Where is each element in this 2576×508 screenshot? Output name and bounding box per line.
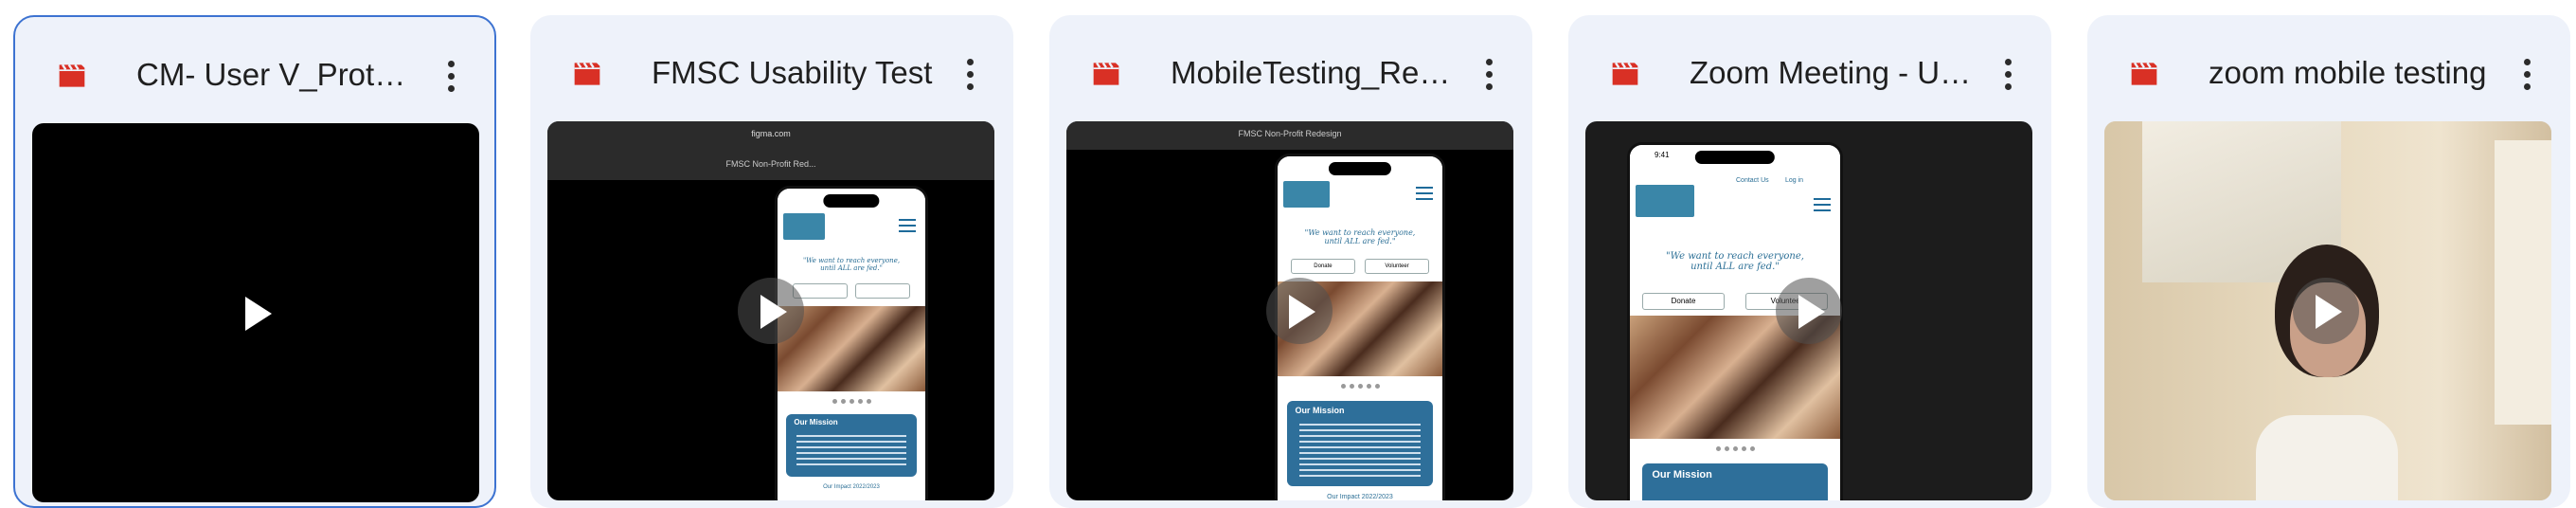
video-thumbnail[interactable]: [2104, 121, 2551, 500]
more-vert-icon[interactable]: [1470, 49, 1508, 99]
file-title[interactable]: Zoom Meeting - Usability: [1690, 49, 1974, 97]
site-quote-line2: until ALL are fed.": [1690, 262, 1780, 272]
browser-bar: figma.com FMSC Non-Profit Red...: [547, 121, 994, 180]
video-file-icon: [1612, 62, 1638, 85]
file-card-2[interactable]: FMSC Usability Test figma.com FMSC Non-P…: [530, 15, 1013, 508]
site-quote-line1: "We want to reach everyone,: [1304, 228, 1416, 237]
more-vert-icon[interactable]: [432, 51, 470, 100]
video-file-icon: [1093, 62, 1119, 85]
nav-contact: Contact Us: [1736, 177, 1769, 184]
video-thumbnail[interactable]: FMSC Non-Profit Redesign "We want to rea…: [1066, 121, 1513, 500]
mission-title: Our Mission: [1295, 406, 1345, 415]
video-thumbnail[interactable]: 9:41 Contact Us Log in "We want to reach…: [1585, 121, 2032, 500]
card-header: CM- User V_Protocol: [15, 17, 494, 121]
file-title[interactable]: MobileTesting_Recording: [1171, 49, 1455, 97]
video-thumbnail[interactable]: [32, 123, 479, 502]
file-card-1[interactable]: CM- User V_Protocol: [13, 15, 496, 508]
card-header: zoom mobile testing: [2087, 15, 2570, 119]
prototype-bar: FMSC Non-Profit Redesign: [1066, 121, 1513, 150]
impact-title: Our Impact 2022/2023: [823, 484, 880, 490]
file-card-3[interactable]: MobileTesting_Recording FMSC Non-Profit …: [1049, 15, 1532, 508]
phone-time: 9:41: [1655, 151, 1670, 159]
play-icon[interactable]: [2293, 278, 2359, 344]
card-header: FMSC Usability Test: [530, 15, 1013, 119]
site-quote-line1: "We want to reach everyone,: [802, 257, 901, 264]
volunteer-button: Volunteer: [1364, 259, 1430, 274]
video-file-icon: [59, 64, 85, 87]
file-card-5[interactable]: zoom mobile testing: [2087, 15, 2570, 508]
mission-title: Our Mission: [1652, 469, 1712, 481]
play-icon[interactable]: [738, 278, 804, 344]
prototype-title: FMSC Non-Profit Redesign: [1238, 129, 1342, 138]
phone-mockup: "We want to reach everyone, until ALL ar…: [775, 186, 928, 500]
more-vert-icon[interactable]: [951, 49, 989, 99]
site-quote-line2: until ALL are fed.": [1324, 237, 1396, 245]
play-icon[interactable]: [1266, 278, 1333, 344]
play-icon[interactable]: [1776, 278, 1842, 344]
impact-title: Our Impact 2022/2023: [1327, 494, 1393, 500]
file-title[interactable]: zoom mobile testing: [2209, 49, 2493, 97]
file-title[interactable]: FMSC Usability Test: [652, 49, 936, 97]
video-file-icon: [574, 62, 600, 85]
browser-url: figma.com: [751, 129, 791, 138]
video-thumbnail[interactable]: figma.com FMSC Non-Profit Red... "We wan…: [547, 121, 994, 500]
browser-tab-title: FMSC Non-Profit Red...: [725, 159, 816, 169]
nav-login: Log in: [1785, 177, 1804, 184]
donate-button: Donate: [1642, 293, 1725, 310]
more-vert-icon[interactable]: [2508, 49, 2546, 99]
file-grid: CM- User V_Protocol FMSC Usability Test …: [0, 0, 2576, 508]
site-quote-line2: until ALL are fed.": [820, 264, 883, 272]
door: [2495, 140, 2551, 425]
more-vert-icon[interactable]: [1989, 49, 2027, 99]
file-card-4[interactable]: Zoom Meeting - Usability 9:41 Contact Us…: [1568, 15, 2051, 508]
card-header: Zoom Meeting - Usability: [1568, 15, 2051, 119]
mission-title: Our Mission: [794, 418, 838, 426]
video-file-icon: [2131, 62, 2157, 85]
site-quote-line1: "We want to reach everyone,: [1666, 251, 1804, 262]
card-header: MobileTesting_Recording: [1049, 15, 1532, 119]
file-title[interactable]: CM- User V_Protocol: [136, 51, 420, 99]
play-icon[interactable]: [223, 280, 289, 346]
donate-button: Donate: [1290, 259, 1356, 274]
